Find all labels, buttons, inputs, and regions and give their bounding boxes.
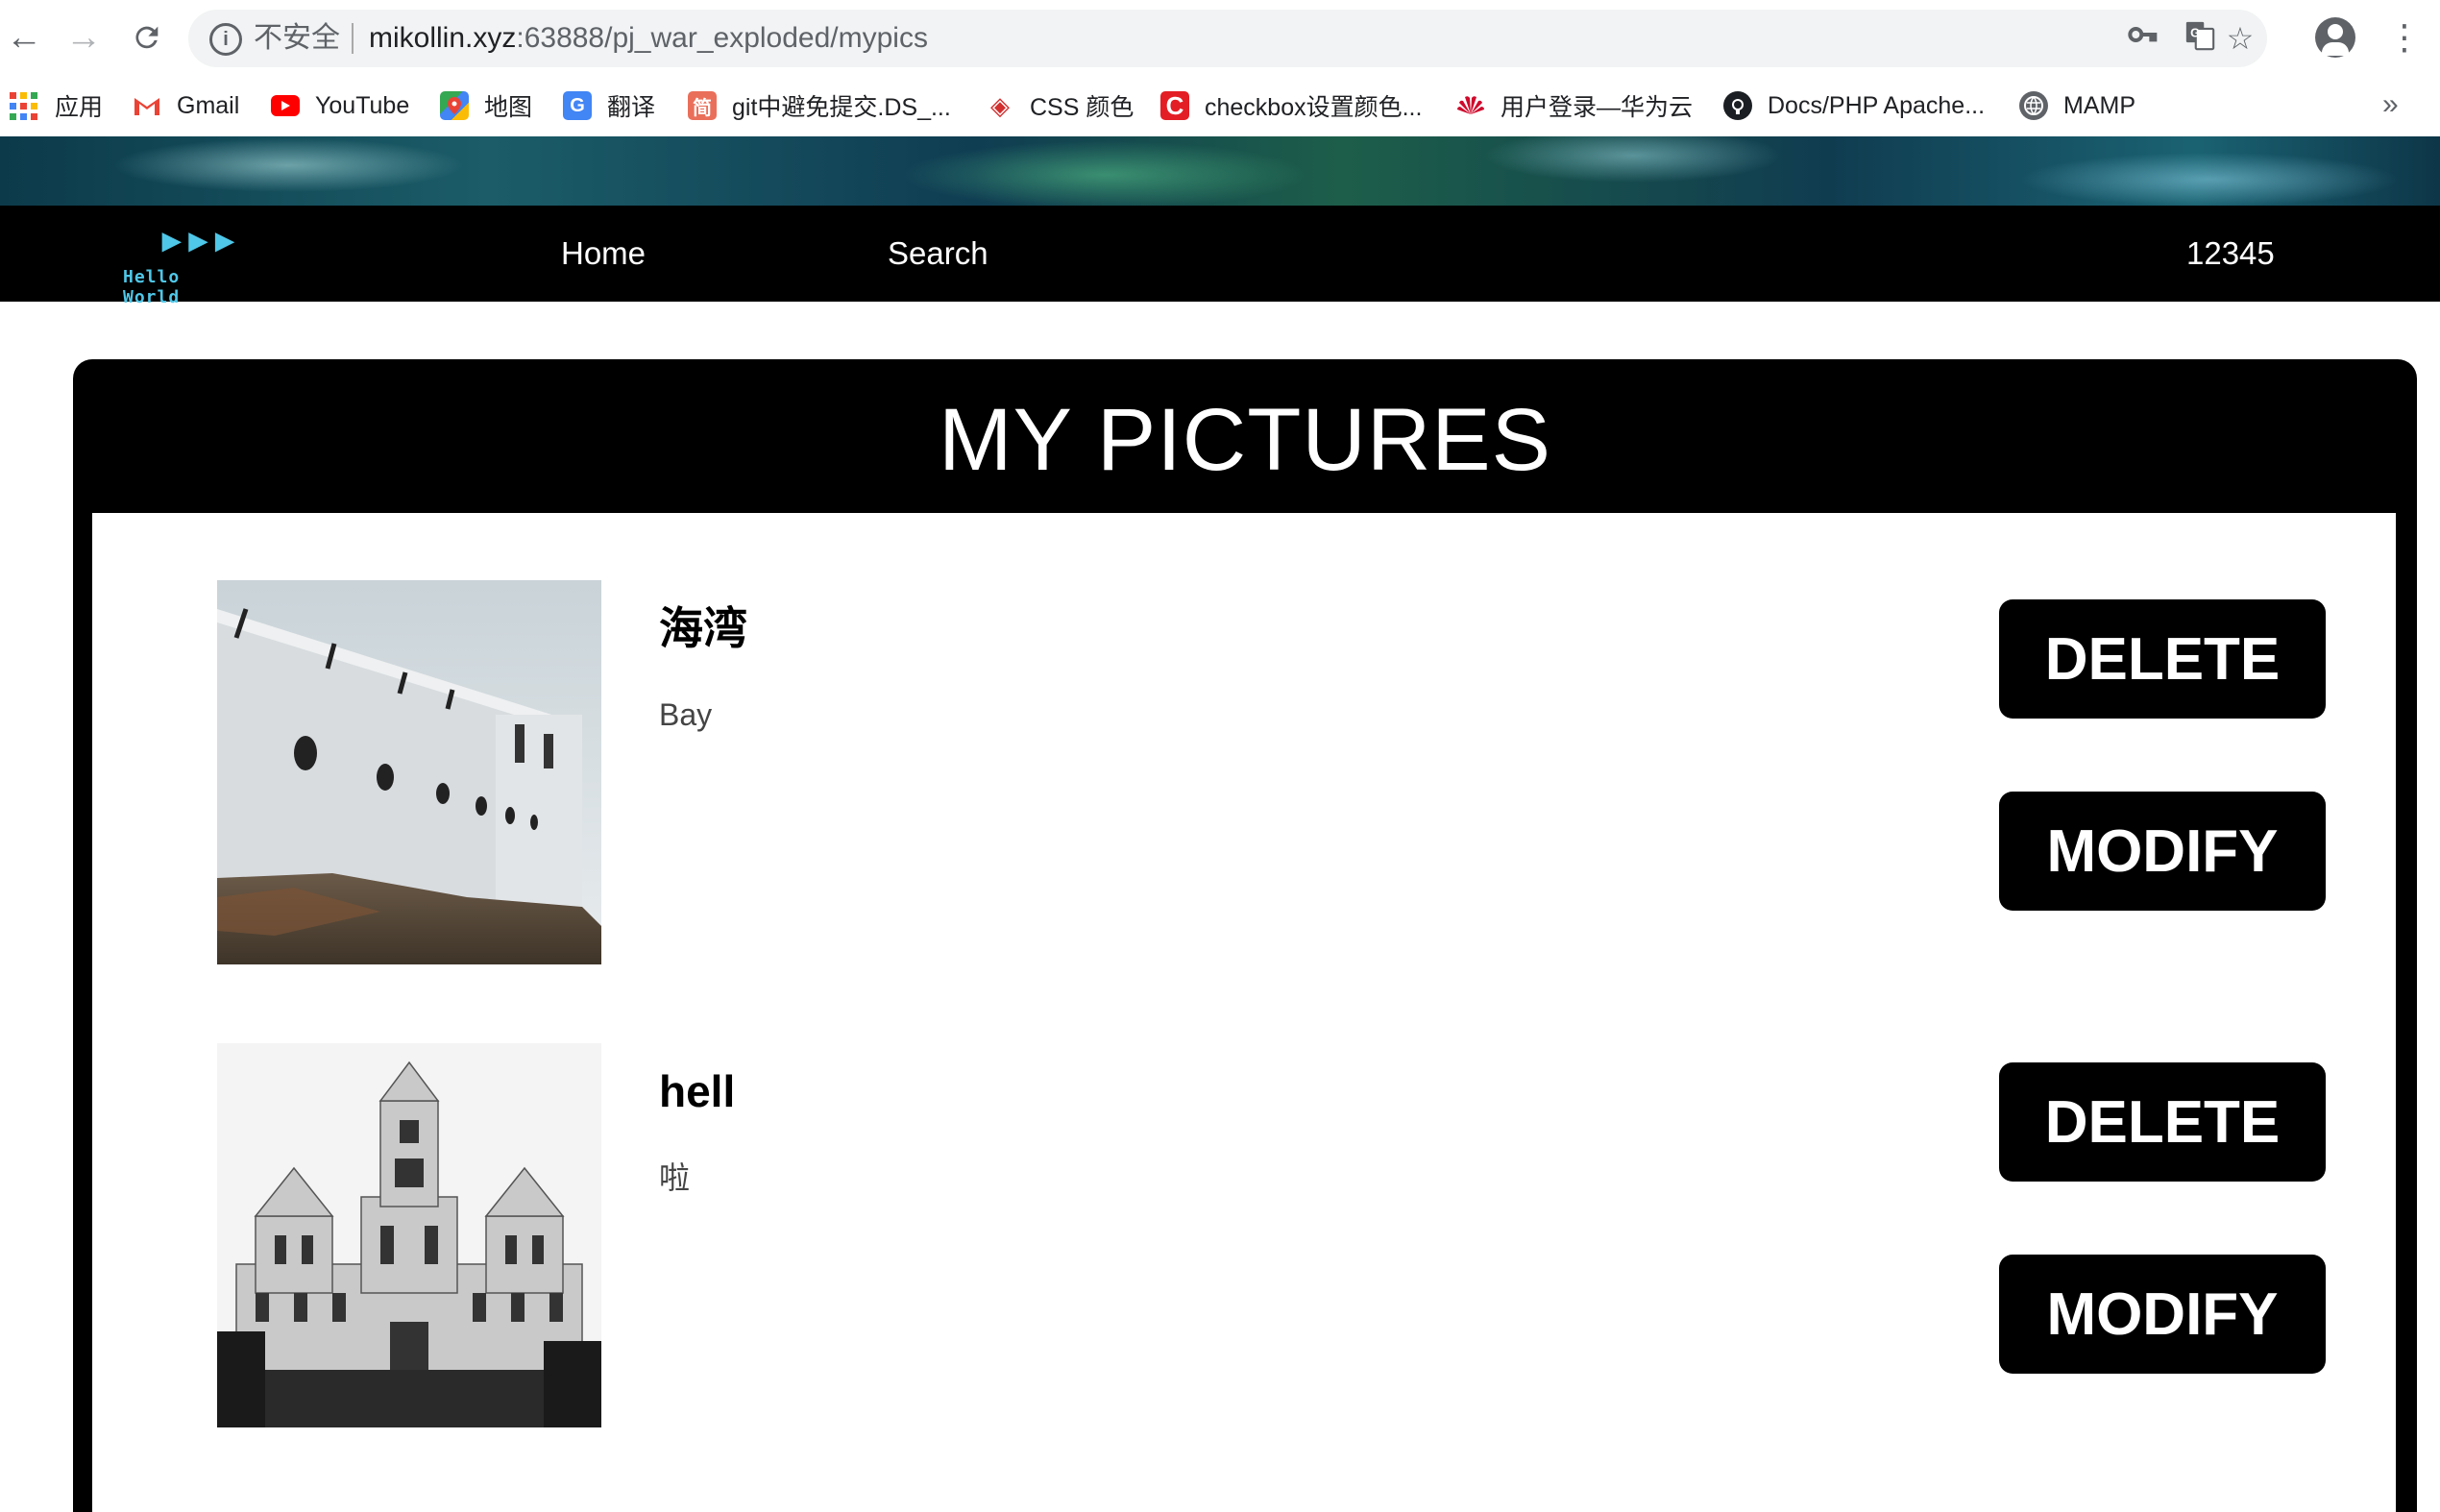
picture-title: hell [659, 1066, 736, 1116]
fish-logo-icon: ►►► [156, 223, 241, 259]
picture-thumbnail[interactable] [217, 1043, 601, 1427]
bookmark-mamp[interactable]: MAMP [2019, 86, 2135, 125]
nav-search-link[interactable]: Search [888, 234, 988, 273]
profile-avatar-icon[interactable] [2315, 17, 2355, 58]
bookmark-label: 用户登录—华为云 [1501, 94, 1694, 121]
bookmark-label: 地图 [484, 94, 533, 121]
bookmark-maps[interactable]: 地图 [440, 86, 532, 125]
key-icon[interactable] [2123, 19, 2161, 58]
bookmark-huawei[interactable]: 用户登录—华为云 [1456, 86, 1693, 125]
gmail-icon [133, 91, 161, 120]
bookmark-apps[interactable]: 应用 [10, 86, 103, 125]
bookmark-label: 应用 [55, 94, 104, 121]
nav-home-link[interactable]: Home [561, 234, 646, 273]
bookmark-label: checkbox设置颜色... [1205, 94, 1423, 121]
divider [352, 23, 354, 54]
css-icon: ◈ [986, 91, 1014, 120]
bookmark-css[interactable]: ◈ CSS 颜色 [986, 86, 1134, 125]
security-status: 不安全 [254, 22, 340, 54]
picture-description: 啦 [659, 1160, 691, 1195]
star-icon[interactable]: ☆ [2221, 19, 2259, 58]
translate-page-icon[interactable]: G [2181, 19, 2219, 58]
bookmark-label: 翻译 [607, 94, 656, 121]
modify-button[interactable]: MODIFY [1999, 792, 2326, 911]
bookmark-label: CSS 颜色 [1030, 94, 1135, 121]
globe-icon [2019, 91, 2048, 120]
translate-icon: G [563, 91, 592, 120]
youtube-icon [271, 95, 300, 116]
bookmark-checkbox[interactable]: C checkbox设置颜色... [1160, 86, 1422, 125]
bookmark-label: MAMP [2063, 91, 2135, 119]
picture-item: hell 啦 DELETE MODIFY [217, 1043, 2326, 1427]
csdn-icon: C [1160, 91, 1189, 120]
picture-thumbnail[interactable] [217, 580, 601, 964]
back-arrow-icon[interactable]: ← [0, 13, 48, 61]
info-icon[interactable]: i [209, 23, 242, 56]
url-text[interactable]: mikollin.xyz:63888/pj_war_exploded/mypic… [369, 19, 928, 58]
my-pictures-card: MY PICTURES 海湾 Bay DELETE MODIFY hell 啦 … [73, 359, 2417, 1512]
browser-toolbar: ← → i 不安全 mikollin.xyz:63888/pj_war_expl… [0, 0, 2440, 77]
modify-button[interactable]: MODIFY [1999, 1255, 2326, 1374]
site-logo[interactable]: ►►► Hello World [115, 221, 241, 307]
huawei-icon [1456, 91, 1485, 120]
bookmark-gmail[interactable]: Gmail [133, 86, 239, 125]
bookmark-translate[interactable]: G 翻译 [563, 86, 655, 125]
picture-description: Bay [659, 697, 713, 732]
page-title: MY PICTURES [938, 391, 1552, 489]
bookmark-label: git中避免提交.DS_... [732, 94, 951, 121]
nav-user-link[interactable]: 12345 [2186, 234, 2275, 273]
picture-item: 海湾 Bay DELETE MODIFY [217, 580, 2326, 964]
maps-icon [440, 91, 469, 120]
bookmark-label: Docs/PHP Apache... [1768, 91, 1986, 119]
bookmark-docs-php[interactable]: Docs/PHP Apache... [1723, 86, 1985, 125]
jianshu-icon: 简 [688, 91, 717, 120]
picture-title: 海湾 [659, 603, 747, 653]
address-bar[interactable]: i 不安全 mikollin.xyz:63888/pj_war_exploded… [188, 10, 2267, 67]
site-navbar: ►►► Hello World Home Search 12345 [0, 206, 2440, 307]
pictures-list: 海湾 Bay DELETE MODIFY hell 啦 DELETE MODIF… [92, 513, 2396, 1512]
forward-arrow-icon[interactable]: → [60, 13, 108, 61]
svg-text:G: G [2190, 25, 2200, 39]
delete-button[interactable]: DELETE [1999, 599, 2326, 719]
apps-icon [10, 91, 37, 120]
bookmarks-bar: 应用 Gmail YouTube 地图 G 翻译 简 git中避免提交.DS_.… [0, 77, 2440, 137]
bookmark-label: Gmail [177, 91, 240, 119]
more-menu-icon[interactable]: ⋮ [2387, 13, 2422, 61]
reload-icon[interactable] [123, 13, 171, 61]
bookmark-youtube[interactable]: YouTube [271, 86, 409, 125]
bookmark-git[interactable]: 简 git中避免提交.DS_... [688, 86, 951, 125]
header-banner-image [0, 136, 2440, 206]
delete-button[interactable]: DELETE [1999, 1062, 2326, 1182]
logo-text: Hello World [123, 267, 181, 307]
bookmarks-overflow-icon[interactable]: » [2382, 88, 2399, 121]
bookmark-label: YouTube [315, 91, 410, 119]
github-icon [1723, 91, 1752, 120]
